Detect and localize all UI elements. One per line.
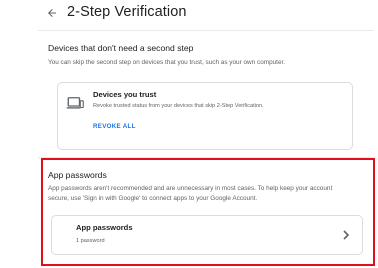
app-passwords-description-line1: App passwords aren't recommended and are… — [48, 185, 333, 192]
devices-you-trust-card: Devices you trust Revoke trusted status … — [57, 82, 353, 150]
page-title: 2-Step Verification — [67, 4, 187, 20]
laptop-icon — [66, 97, 84, 109]
app-passwords-card[interactable]: App passwords 1 password — [51, 215, 363, 255]
chevron-right-icon — [343, 230, 350, 240]
devices-section: Devices that don't need a second step Yo… — [38, 30, 374, 154]
devices-you-trust-title: Devices you trust — [93, 90, 157, 99]
app-passwords-section-title: App passwords — [48, 170, 107, 180]
devices-section-title: Devices that don't need a second step — [48, 43, 194, 53]
devices-you-trust-description: Revoke trusted status from your devices … — [93, 103, 264, 109]
app-passwords-section: App passwords App passwords aren't recom… — [38, 157, 374, 266]
two-step-verification-page: 2-Step Verification Devices that don't n… — [0, 0, 378, 268]
app-passwords-description-line2: secure, use 'Sign in with Google' to con… — [48, 195, 258, 202]
app-passwords-card-title: App passwords — [76, 223, 133, 232]
page-header: 2-Step Verification — [0, 0, 378, 26]
app-passwords-count: 1 password — [76, 238, 105, 244]
arrow-back-icon — [48, 9, 56, 17]
back-button[interactable] — [44, 5, 60, 21]
devices-section-description: You can skip the second step on devices … — [48, 59, 286, 66]
revoke-all-button[interactable]: REVOKE ALL — [93, 123, 136, 130]
